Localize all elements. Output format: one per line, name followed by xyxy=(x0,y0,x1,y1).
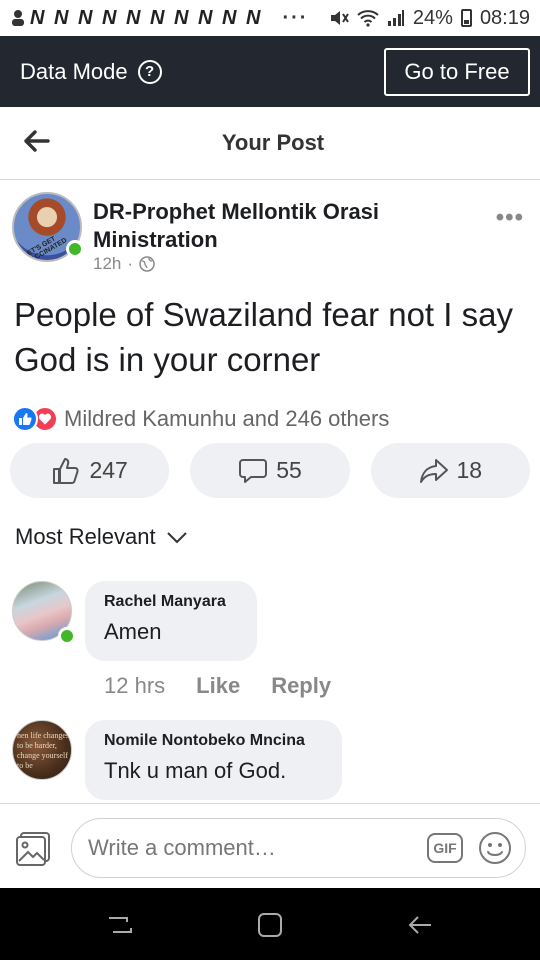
comment-text: Tnk u man of God. xyxy=(104,758,287,783)
comment-like-button[interactable]: Like xyxy=(196,673,240,699)
commenter-name[interactable]: Rachel Manyara xyxy=(104,593,237,611)
reactions-text: Mildred Kamunhu and 246 others xyxy=(64,406,390,431)
help-icon[interactable]: ? xyxy=(137,59,162,84)
emoji-icon[interactable] xyxy=(478,831,512,865)
meta-separator: · xyxy=(127,254,134,273)
avatar-quote-text: hen life changes to be harder, change yo… xyxy=(17,731,69,770)
notification-icons: N N N N N N N N N N ··· xyxy=(10,7,308,30)
page-title: Your Post xyxy=(221,130,325,155)
commenter-name[interactable]: Nomile Nontobeko Mncina xyxy=(104,732,322,750)
wifi-icon xyxy=(357,10,379,27)
comment-bubble[interactable]: Nomile Nontobeko Mncina Tnk u man of God… xyxy=(85,720,342,800)
comment-icon xyxy=(239,458,268,483)
more-options-icon[interactable]: ••• xyxy=(496,204,524,232)
online-status-icon xyxy=(66,240,84,258)
notification-n-icons: N N N N N N N N N N xyxy=(30,6,263,29)
clock: 08:19 xyxy=(479,6,530,29)
sort-label: Most Relevant xyxy=(15,524,156,549)
online-status-icon xyxy=(58,627,76,645)
like-icon xyxy=(53,457,80,484)
comment-button[interactable]: 55 xyxy=(190,443,350,498)
post-time[interactable]: 12h xyxy=(93,254,121,274)
battery-percent: 24% xyxy=(412,6,453,29)
mute-icon xyxy=(330,11,349,25)
comment-count: 55 xyxy=(276,457,302,483)
person-icon xyxy=(12,10,24,26)
post-meta: 12h · xyxy=(93,254,155,274)
data-mode-label: Data Mode xyxy=(20,58,128,84)
data-mode-bar: Data Mode ? Go to Free xyxy=(0,36,540,107)
photo-icon[interactable] xyxy=(15,830,53,868)
like-button[interactable]: 247 xyxy=(10,443,170,498)
comment-placeholder: Write a comment… xyxy=(88,835,276,860)
system-nav-bar xyxy=(0,888,540,960)
like-count: 247 xyxy=(89,457,128,483)
page-header: Your Post xyxy=(0,107,540,180)
share-icon xyxy=(419,458,448,483)
comment-actions: 12 hrs Like Reply xyxy=(104,673,331,699)
comment-text: Amen xyxy=(104,619,162,644)
comment-reply-button[interactable]: Reply xyxy=(271,673,331,699)
home-icon[interactable] xyxy=(255,910,285,940)
post-text: People of Swaziland fear not I say God i… xyxy=(14,296,513,378)
go-to-free-button[interactable]: Go to Free xyxy=(384,47,530,96)
comment-bubble[interactable]: Rachel Manyara Amen xyxy=(85,581,257,661)
share-button[interactable]: 18 xyxy=(370,443,530,498)
more-notifications-icon: ··· xyxy=(282,6,309,29)
battery-icon xyxy=(460,9,472,27)
reactions-summary[interactable]: Mildred Kamunhu and 246 others xyxy=(12,406,389,432)
globe-icon xyxy=(139,256,155,272)
like-reaction-icon xyxy=(12,406,38,432)
share-count: 18 xyxy=(456,457,483,483)
signal-icon xyxy=(387,10,404,26)
back-arrow-icon[interactable] xyxy=(22,127,50,155)
status-bar: N N N N N N N N N N ··· 24% 08:19 xyxy=(0,0,540,36)
post-actions: 247 55 18 xyxy=(10,443,530,498)
recents-icon[interactable] xyxy=(105,910,135,940)
status-right: 24% 08:19 xyxy=(329,7,530,30)
post-author-name[interactable]: DR-Prophet Mellontik Orasi Ministration xyxy=(93,198,433,254)
back-icon[interactable] xyxy=(405,910,435,940)
gif-icon[interactable]: GIF xyxy=(427,833,463,863)
comment-composer: Write a comment… GIF xyxy=(0,803,540,888)
commenter-avatar[interactable]: hen life changes to be harder, change yo… xyxy=(12,720,72,780)
comment-time: 12 hrs xyxy=(104,673,166,698)
post-header: LET'S GET VACCINATED DR-Prophet Mellonti… xyxy=(12,192,532,282)
comment-input[interactable]: Write a comment… GIF xyxy=(71,818,526,878)
chevron-down-icon xyxy=(166,532,187,544)
comment-sort-dropdown[interactable]: Most Relevant xyxy=(15,524,188,550)
